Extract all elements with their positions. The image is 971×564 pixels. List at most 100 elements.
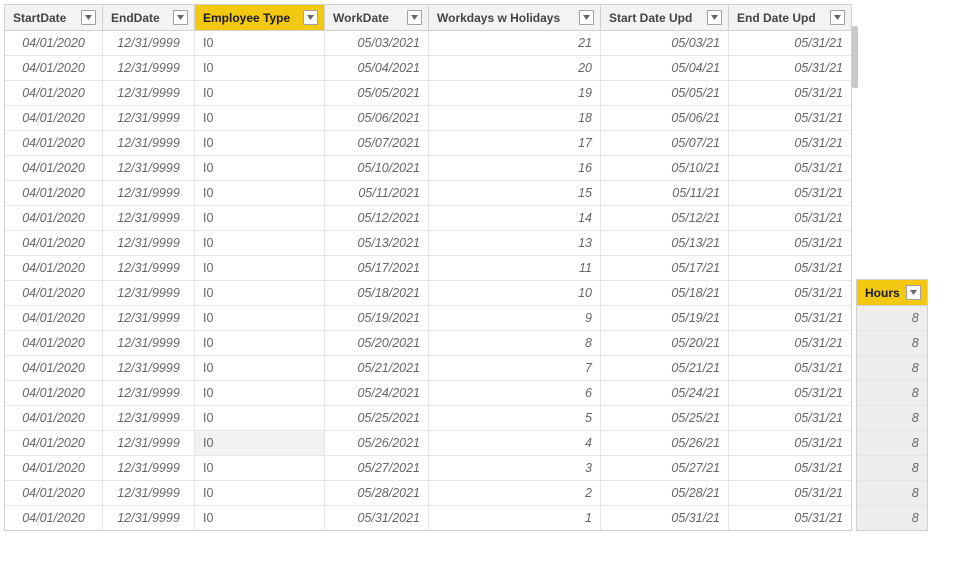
cell-eupd[interactable]: 05/31/21	[729, 156, 851, 181]
cell-supd[interactable]: 05/05/21	[601, 81, 729, 106]
cell-eupd[interactable]: 05/31/21	[729, 456, 851, 481]
cell-work[interactable]: 05/10/2021	[325, 156, 429, 181]
cell-hours[interactable]: 8	[857, 456, 927, 481]
cell-work[interactable]: 05/28/2021	[325, 481, 429, 506]
cell-wd[interactable]: 2	[429, 481, 601, 506]
cell-eupd[interactable]: 05/31/21	[729, 131, 851, 156]
cell-start[interactable]: 04/01/2020	[5, 431, 103, 456]
cell-supd[interactable]: 05/19/21	[601, 306, 729, 331]
cell-eupd[interactable]: 05/31/21	[729, 356, 851, 381]
filter-dropdown-workdays[interactable]	[579, 10, 594, 25]
cell-end[interactable]: 12/31/9999	[103, 431, 195, 456]
cell-wd[interactable]: 1	[429, 506, 601, 530]
table-row[interactable]: 8	[857, 306, 927, 331]
cell-eupd[interactable]: 05/31/21	[729, 306, 851, 331]
cell-emp[interactable]: I0	[195, 281, 325, 306]
cell-supd[interactable]: 05/27/21	[601, 456, 729, 481]
cell-end[interactable]: 12/31/9999	[103, 81, 195, 106]
cell-work[interactable]: 05/19/2021	[325, 306, 429, 331]
cell-start[interactable]: 04/01/2020	[5, 356, 103, 381]
table-row[interactable]: 04/01/202012/31/9999I005/05/20211905/05/…	[5, 81, 851, 106]
cell-hours[interactable]: 8	[857, 481, 927, 506]
table-row[interactable]: 04/01/202012/31/9999I005/12/20211405/12/…	[5, 206, 851, 231]
cell-work[interactable]: 05/06/2021	[325, 106, 429, 131]
filter-dropdown-hours[interactable]	[906, 285, 921, 300]
cell-work[interactable]: 05/13/2021	[325, 231, 429, 256]
cell-emp[interactable]: I0	[195, 181, 325, 206]
cell-eupd[interactable]: 05/31/21	[729, 481, 851, 506]
cell-end[interactable]: 12/31/9999	[103, 456, 195, 481]
cell-start[interactable]: 04/01/2020	[5, 406, 103, 431]
cell-work[interactable]: 05/24/2021	[325, 381, 429, 406]
table-row[interactable]: 04/01/202012/31/9999I005/19/2021905/19/2…	[5, 306, 851, 331]
cell-start[interactable]: 04/01/2020	[5, 381, 103, 406]
col-header-hours[interactable]: Hours	[857, 280, 927, 306]
cell-supd[interactable]: 05/28/21	[601, 481, 729, 506]
col-header-workdate[interactable]: WorkDate	[325, 5, 429, 31]
filter-dropdown-enddate[interactable]	[173, 10, 188, 25]
cell-hours[interactable]: 8	[857, 431, 927, 456]
table-row[interactable]: 04/01/202012/31/9999I005/24/2021605/24/2…	[5, 381, 851, 406]
cell-work[interactable]: 05/31/2021	[325, 506, 429, 530]
table-row[interactable]: 04/01/202012/31/9999I005/17/20211105/17/…	[5, 256, 851, 281]
cell-hours[interactable]: 8	[857, 506, 927, 530]
cell-supd[interactable]: 05/04/21	[601, 56, 729, 81]
cell-hours[interactable]: 8	[857, 381, 927, 406]
cell-work[interactable]: 05/11/2021	[325, 181, 429, 206]
cell-emp[interactable]: I0	[195, 306, 325, 331]
cell-wd[interactable]: 3	[429, 456, 601, 481]
cell-wd[interactable]: 7	[429, 356, 601, 381]
cell-work[interactable]: 05/07/2021	[325, 131, 429, 156]
cell-wd[interactable]: 6	[429, 381, 601, 406]
cell-end[interactable]: 12/31/9999	[103, 231, 195, 256]
cell-start[interactable]: 04/01/2020	[5, 181, 103, 206]
cell-supd[interactable]: 05/12/21	[601, 206, 729, 231]
table-row[interactable]: 8	[857, 431, 927, 456]
cell-wd[interactable]: 18	[429, 106, 601, 131]
cell-eupd[interactable]: 05/31/21	[729, 181, 851, 206]
cell-emp[interactable]: I0	[195, 31, 325, 56]
cell-start[interactable]: 04/01/2020	[5, 81, 103, 106]
cell-end[interactable]: 12/31/9999	[103, 356, 195, 381]
cell-eupd[interactable]: 05/31/21	[729, 381, 851, 406]
cell-work[interactable]: 05/03/2021	[325, 31, 429, 56]
table-row[interactable]: 8	[857, 406, 927, 431]
table-row[interactable]: 04/01/202012/31/9999I005/04/20212005/04/…	[5, 56, 851, 81]
cell-eupd[interactable]: 05/31/21	[729, 206, 851, 231]
cell-work[interactable]: 05/20/2021	[325, 331, 429, 356]
cell-wd[interactable]: 14	[429, 206, 601, 231]
table-row[interactable]: 8	[857, 481, 927, 506]
cell-work[interactable]: 05/27/2021	[325, 456, 429, 481]
cell-eupd[interactable]: 05/31/21	[729, 406, 851, 431]
cell-end[interactable]: 12/31/9999	[103, 331, 195, 356]
cell-eupd[interactable]: 05/31/21	[729, 256, 851, 281]
cell-supd[interactable]: 05/26/21	[601, 431, 729, 456]
cell-emp[interactable]: I0	[195, 231, 325, 256]
filter-dropdown-endupd[interactable]	[830, 10, 845, 25]
cell-end[interactable]: 12/31/9999	[103, 256, 195, 281]
cell-wd[interactable]: 13	[429, 231, 601, 256]
cell-work[interactable]: 05/21/2021	[325, 356, 429, 381]
table-row[interactable]: 04/01/202012/31/9999I005/07/20211705/07/…	[5, 131, 851, 156]
cell-hours[interactable]: 8	[857, 331, 927, 356]
cell-emp[interactable]: I0	[195, 131, 325, 156]
table-row[interactable]: 8	[857, 381, 927, 406]
col-header-enddate[interactable]: EndDate	[103, 5, 195, 31]
cell-emp[interactable]: I0	[195, 456, 325, 481]
cell-supd[interactable]: 05/20/21	[601, 331, 729, 356]
table-row[interactable]: 04/01/202012/31/9999I005/31/2021105/31/2…	[5, 506, 851, 530]
cell-start[interactable]: 04/01/2020	[5, 256, 103, 281]
table-row[interactable]: 04/01/202012/31/9999I005/10/20211605/10/…	[5, 156, 851, 181]
cell-start[interactable]: 04/01/2020	[5, 31, 103, 56]
table-row[interactable]: 04/01/202012/31/9999I005/20/2021805/20/2…	[5, 331, 851, 356]
cell-end[interactable]: 12/31/9999	[103, 31, 195, 56]
cell-emp[interactable]: I0	[195, 106, 325, 131]
table-row[interactable]: 04/01/202012/31/9999I005/03/20212105/03/…	[5, 31, 851, 56]
col-header-startdate[interactable]: StartDate	[5, 5, 103, 31]
cell-end[interactable]: 12/31/9999	[103, 306, 195, 331]
cell-start[interactable]: 04/01/2020	[5, 331, 103, 356]
col-header-workdays[interactable]: Workdays w Holidays	[429, 5, 601, 31]
cell-work[interactable]: 05/05/2021	[325, 81, 429, 106]
cell-end[interactable]: 12/31/9999	[103, 206, 195, 231]
cell-eupd[interactable]: 05/31/21	[729, 81, 851, 106]
